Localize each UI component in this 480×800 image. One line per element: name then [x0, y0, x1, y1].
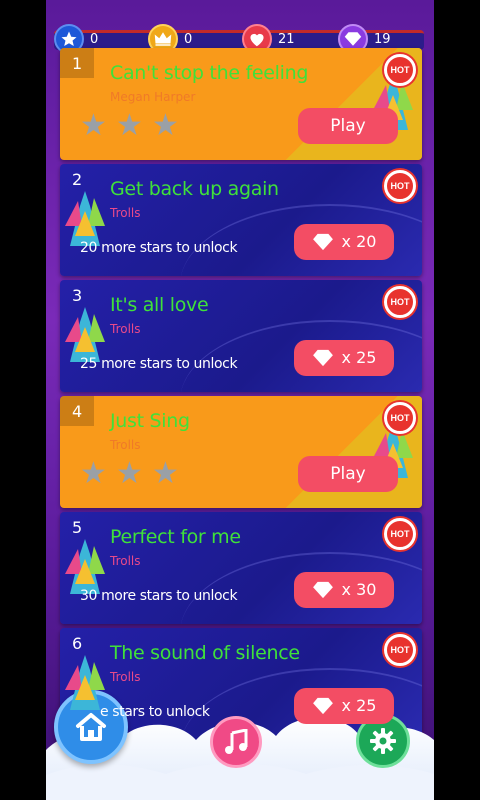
- gem-cost: x 25: [341, 696, 377, 715]
- diamond-icon: [312, 697, 333, 715]
- star-rating: ★ ★ ★: [80, 109, 180, 142]
- gems-count: 19: [374, 32, 391, 47]
- song-title: Get back up again: [110, 178, 279, 200]
- stars-count: 0: [90, 32, 99, 47]
- hot-badge-icon: HOT: [384, 518, 416, 550]
- unlock-requirement: 25 more stars to unlock: [80, 356, 238, 372]
- gem-cost: x 20: [341, 232, 377, 251]
- trolls-art-icon: [65, 307, 105, 362]
- play-button[interactable]: Play: [298, 456, 398, 492]
- unlock-with-gems-button[interactable]: x 25: [294, 688, 394, 724]
- star-icon: ★: [116, 457, 143, 490]
- unlock-with-gems-button[interactable]: x 30: [294, 572, 394, 608]
- hot-badge-icon: HOT: [384, 170, 416, 202]
- hot-badge-icon: HOT: [384, 402, 416, 434]
- unlock-requirement: 20 more stars to unlock: [80, 240, 238, 256]
- music-button[interactable]: [210, 716, 262, 768]
- star-icon: ★: [80, 457, 107, 490]
- hot-badge-icon: HOT: [384, 54, 416, 86]
- song-number: 4: [60, 396, 94, 426]
- diamond-icon: [312, 581, 333, 599]
- song-artist: Trolls: [110, 670, 141, 684]
- unlock-with-gems-button[interactable]: x 20: [294, 224, 394, 260]
- song-card[interactable]: 5 Perfect for me Trolls 30 more stars to…: [60, 512, 422, 624]
- song-title: The sound of silence: [110, 642, 300, 664]
- song-number: 1: [60, 48, 94, 78]
- trolls-art-icon: [65, 539, 105, 594]
- star-icon: ★: [152, 109, 179, 142]
- diamond-icon: [312, 349, 333, 367]
- star-icon: ★: [80, 109, 107, 142]
- gear-icon: [370, 728, 396, 754]
- lives-count: 21: [278, 32, 295, 47]
- gem-cost: x 30: [341, 580, 377, 599]
- song-artist: Trolls: [110, 554, 141, 568]
- song-title: Perfect for me: [110, 526, 241, 548]
- play-button[interactable]: Play: [298, 108, 398, 144]
- crowns-count: 0: [184, 32, 193, 47]
- song-title: Can't stop the feeling: [110, 62, 309, 84]
- song-artist: Megan Harper: [110, 90, 196, 104]
- song-card[interactable]: 3 It's all love Trolls 25 more stars to …: [60, 280, 422, 392]
- hot-badge-icon: HOT: [384, 286, 416, 318]
- song-card[interactable]: 2 Get back up again Trolls 20 more stars…: [60, 164, 422, 276]
- song-title: It's all love: [110, 294, 209, 316]
- diamond-icon: [312, 233, 333, 251]
- song-artist: Trolls: [110, 206, 141, 220]
- hot-badge-icon: HOT: [384, 634, 416, 666]
- song-title: Just Sing: [110, 410, 190, 432]
- unlock-requirement: e stars to unlock: [100, 704, 210, 720]
- unlock-with-gems-button[interactable]: x 25: [294, 340, 394, 376]
- gem-cost: x 25: [341, 348, 377, 367]
- game-screen: 0 0 21 19 1 Can't stop the feeling Megan…: [46, 0, 434, 800]
- trolls-art-icon: [65, 191, 105, 246]
- music-note-icon: [225, 729, 248, 754]
- song-card[interactable]: 4 Just Sing Trolls ★ ★ ★ Play HOT: [60, 396, 422, 508]
- song-card[interactable]: 1 Can't stop the feeling Megan Harper ★ …: [60, 48, 422, 160]
- song-artist: Trolls: [110, 322, 141, 336]
- unlock-requirement: 30 more stars to unlock: [80, 588, 238, 604]
- star-icon: ★: [116, 109, 143, 142]
- song-artist: Trolls: [110, 438, 141, 452]
- star-icon: ★: [152, 457, 179, 490]
- star-rating: ★ ★ ★: [80, 457, 180, 490]
- trolls-art-icon: [65, 655, 105, 710]
